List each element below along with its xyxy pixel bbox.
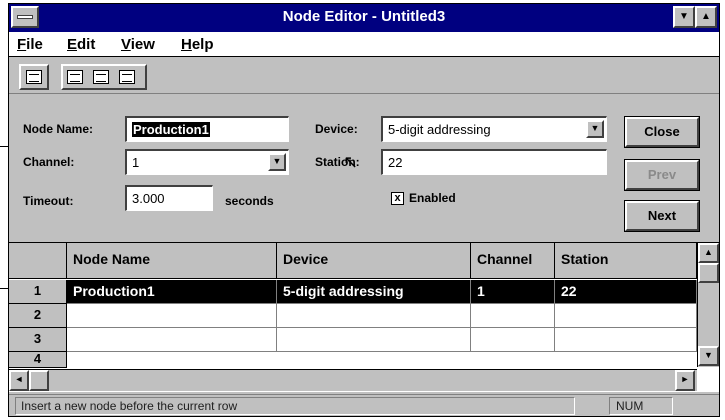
column-header-channel[interactable]: Channel bbox=[471, 243, 555, 279]
node-editor-window: Node Editor - Untitled3 ▼ ▲ File Edit Vi… bbox=[8, 3, 720, 417]
device-label: Device: bbox=[315, 122, 358, 136]
timeout-field[interactable]: 3.000 bbox=[125, 185, 213, 211]
close-button[interactable]: Close bbox=[624, 116, 700, 148]
next-button[interactable]: Next bbox=[624, 200, 700, 232]
chevron-down-icon[interactable]: ▼ bbox=[268, 153, 286, 171]
table-row[interactable] bbox=[67, 304, 697, 328]
scroll-down-icon[interactable]: ▼ bbox=[698, 346, 719, 366]
station-field[interactable]: 22 bbox=[381, 149, 607, 175]
cell-station[interactable] bbox=[555, 304, 697, 328]
node-name-label: Node Name: bbox=[23, 122, 94, 136]
menu-edit[interactable]: Edit bbox=[67, 36, 95, 53]
row-tools-group bbox=[61, 64, 147, 90]
window-title: Node Editor - Untitled3 bbox=[282, 8, 446, 25]
menu-view[interactable]: View bbox=[121, 36, 155, 53]
menu-file[interactable]: File bbox=[17, 36, 43, 53]
row-header[interactable]: 2 bbox=[9, 304, 67, 328]
enabled-label: Enabled bbox=[409, 191, 456, 205]
scroll-left-icon[interactable]: ◄ bbox=[9, 370, 29, 391]
horizontal-scrollbar[interactable]: ◄ ► bbox=[9, 369, 697, 391]
timeout-unit-label: seconds bbox=[225, 194, 274, 208]
channel-label: Channel: bbox=[23, 155, 75, 169]
minimize-button[interactable]: ▼ bbox=[673, 6, 695, 28]
cell-channel[interactable] bbox=[471, 304, 555, 328]
properties-icon bbox=[26, 70, 42, 84]
table-row[interactable]: Production1 5-digit addressing 1 22 bbox=[67, 280, 697, 304]
cell-node-name[interactable]: Production1 bbox=[67, 280, 277, 304]
mouse-cursor-icon: ↖ bbox=[343, 152, 359, 172]
menu-bar: File Edit View Help bbox=[9, 32, 719, 57]
delete-row-icon[interactable] bbox=[93, 70, 109, 84]
prev-button[interactable]: Prev bbox=[624, 159, 700, 191]
cell-station[interactable] bbox=[555, 328, 697, 352]
menu-help[interactable]: Help bbox=[181, 36, 214, 53]
node-name-field[interactable]: Production1 bbox=[125, 116, 289, 142]
properties-button[interactable] bbox=[19, 64, 49, 90]
column-header-node-name[interactable]: Node Name bbox=[67, 243, 277, 279]
scroll-thumb[interactable] bbox=[698, 263, 719, 283]
cell-node-name[interactable] bbox=[67, 304, 277, 328]
column-header-device[interactable]: Device bbox=[277, 243, 471, 279]
column-header-station[interactable]: Station bbox=[555, 243, 697, 279]
cell-device[interactable]: 5-digit addressing bbox=[277, 280, 471, 304]
cell-channel[interactable]: 1 bbox=[471, 280, 555, 304]
cell-device[interactable] bbox=[277, 304, 471, 328]
maximize-button[interactable]: ▲ bbox=[695, 6, 717, 28]
append-row-icon[interactable] bbox=[119, 70, 135, 84]
title-bar: Node Editor - Untitled3 ▼ ▲ bbox=[9, 4, 719, 32]
num-lock-indicator: NUM bbox=[609, 397, 673, 415]
scroll-right-icon[interactable]: ► bbox=[675, 370, 695, 391]
device-select[interactable]: 5-digit addressing ▼ bbox=[381, 116, 607, 142]
enabled-checkbox[interactable]: x bbox=[391, 192, 404, 205]
vertical-scrollbar[interactable]: ▲ ▼ bbox=[697, 243, 719, 367]
row-header[interactable]: 3 bbox=[9, 328, 67, 352]
chevron-down-icon[interactable]: ▼ bbox=[586, 120, 604, 138]
table-row[interactable] bbox=[67, 328, 697, 352]
row-header[interactable]: 1 bbox=[9, 280, 67, 304]
toolbar bbox=[9, 58, 719, 94]
cell-device[interactable] bbox=[277, 328, 471, 352]
cell-channel[interactable] bbox=[471, 328, 555, 352]
status-bar: Insert a new node before the current row… bbox=[9, 394, 719, 416]
scroll-up-icon[interactable]: ▲ bbox=[698, 243, 719, 263]
scroll-thumb[interactable] bbox=[29, 370, 49, 391]
insert-row-icon[interactable] bbox=[67, 70, 83, 84]
channel-select[interactable]: 1 ▼ bbox=[125, 149, 289, 175]
row-header[interactable]: 4 bbox=[9, 352, 67, 368]
cell-station[interactable]: 22 bbox=[555, 280, 697, 304]
cell-node-name[interactable] bbox=[67, 328, 277, 352]
node-grid: Node Name Device Channel Station 1 2 3 4… bbox=[9, 242, 719, 392]
grid-corner[interactable] bbox=[9, 243, 67, 279]
status-message: Insert a new node before the current row bbox=[15, 397, 575, 415]
timeout-label: Timeout: bbox=[23, 194, 74, 208]
